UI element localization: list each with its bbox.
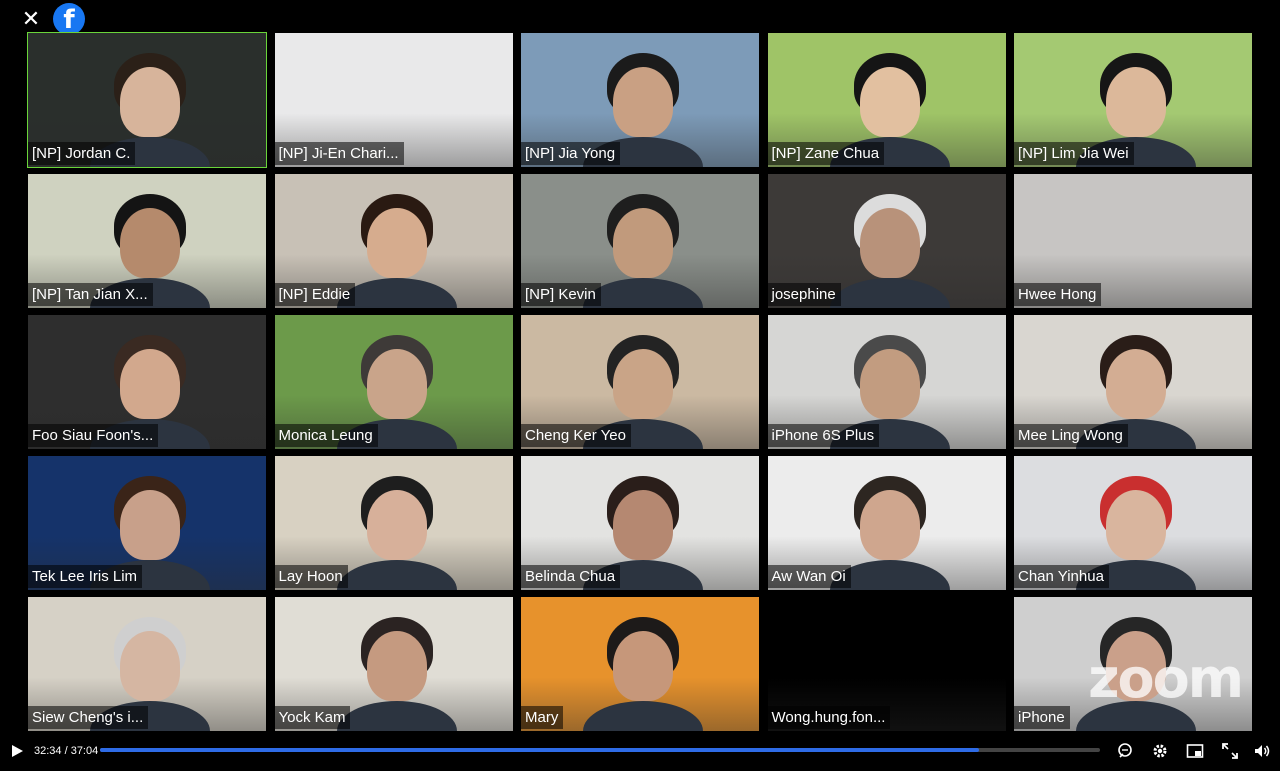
participant-tile: Cheng Ker Yeo (521, 315, 759, 449)
participant-name: [NP] Jordan C. (28, 142, 136, 165)
participant-face (120, 67, 180, 137)
participant-face (120, 208, 180, 278)
participant-name: [NP] Ji-En Chari... (274, 142, 404, 165)
participant-face (120, 349, 180, 419)
participant-face (366, 490, 427, 560)
miniplayer-button[interactable] (1184, 736, 1206, 766)
participant-name: [NP] Zane Chua (767, 142, 885, 165)
participant-tile: Mary (521, 597, 759, 731)
participant-name: Hwee Hong (1014, 283, 1102, 306)
participant-name: Chan Yinhua (1014, 565, 1109, 588)
participant-tile: Belinda Chua (521, 456, 759, 590)
participant-name: Monica Leung (274, 424, 378, 447)
participant-name: Aw Wan Oi (767, 565, 851, 588)
participant-face (613, 631, 673, 701)
participant-tile: Wong.hung.fon... (767, 597, 1006, 731)
participant-face (613, 349, 673, 419)
participant-tile: Monica Leung (274, 315, 513, 449)
participant-name: Yock Kam (274, 706, 351, 729)
time-display: 32:34 / 37:04 (34, 745, 99, 757)
participant-tile: Hwee Hong (1014, 174, 1252, 308)
participant-name: Foo Siau Foon's... (28, 424, 159, 447)
participant-name: [NP] Jia Yong (521, 142, 621, 165)
participant-face (366, 349, 427, 419)
gear-icon (1153, 744, 1167, 758)
participant-face (366, 631, 427, 701)
participant-tile: Foo Siau Foon's... (28, 315, 266, 449)
participant-face (120, 490, 180, 560)
participant-face (859, 349, 920, 419)
participant-grid: [NP] Jordan C. [NP] Ji-En Chari... [NP] Ji… (27, 32, 1256, 731)
participant-tile: Lay Hoon (274, 456, 513, 590)
fullscreen-icon (1222, 743, 1238, 759)
miniplayer-icon (1186, 744, 1204, 758)
play-icon (12, 745, 23, 757)
participant-tile: [NP] Jia Yong (521, 33, 759, 167)
participant-name: [NP] Kevin (521, 283, 601, 306)
participant-tile: josephine (767, 174, 1006, 308)
participant-name: Siew Cheng's i... (28, 706, 149, 729)
participant-name: iPhone (1014, 706, 1070, 729)
participant-face (613, 67, 673, 137)
participant-tile: [NP] Tan Jian X... (28, 174, 266, 308)
participant-name: Belinda Chua (521, 565, 621, 588)
participant-tile: [NP] Zane Chua (767, 33, 1006, 167)
participant-name: [NP] Tan Jian X... (28, 283, 153, 306)
participant-tile: iPhone 6S Plus (767, 315, 1006, 449)
participant-face (120, 631, 180, 701)
settings-button[interactable] (1149, 736, 1171, 766)
progress-bar[interactable] (100, 748, 1100, 752)
volume-button[interactable] (1251, 736, 1273, 766)
participant-name: [NP] Lim Jia Wei (1014, 142, 1134, 165)
player-controls: 32:34 / 37:04 (0, 736, 1280, 766)
participant-face (613, 208, 673, 278)
participant-tile: [NP] Ji-En Chari... (274, 33, 513, 167)
participant-face (1106, 349, 1166, 419)
fullscreen-button[interactable] (1219, 736, 1241, 766)
participant-name: iPhone 6S Plus (767, 424, 880, 447)
participant-face (1106, 67, 1166, 137)
participant-tile: iPhone zoom (1014, 597, 1252, 731)
participant-tile: [NP] Lim Jia Wei (1014, 33, 1252, 167)
participant-face (859, 208, 920, 278)
participant-name: Lay Hoon (274, 565, 348, 588)
participant-face (1106, 490, 1166, 560)
facebook-logo-icon: f (53, 3, 85, 35)
participant-face (859, 490, 920, 560)
participant-tile: Yock Kam (274, 597, 513, 731)
participant-name: josephine (767, 283, 841, 306)
participant-tile: [NP] Eddie (274, 174, 513, 308)
participant-face (366, 208, 427, 278)
volume-icon (1255, 745, 1270, 757)
close-icon[interactable]: ✕ (20, 8, 42, 30)
participant-tile: [NP] Kevin (521, 174, 759, 308)
participant-name: [NP] Eddie (274, 283, 356, 306)
participant-name: Mary (521, 706, 564, 729)
participant-name: Tek Lee Iris Lim (28, 565, 143, 588)
captions-icon (1118, 743, 1132, 758)
participant-name: Mee Ling Wong (1014, 424, 1128, 447)
participant-face (859, 67, 920, 137)
participant-tile: Mee Ling Wong (1014, 315, 1252, 449)
play-button[interactable] (10, 736, 26, 766)
zoom-watermark: zoom (1088, 647, 1244, 710)
progress-fill (100, 748, 979, 752)
participant-tile: Siew Cheng's i... (28, 597, 266, 731)
participant-name: Cheng Ker Yeo (521, 424, 631, 447)
participant-name: Wong.hung.fon... (767, 706, 891, 729)
participant-tile: [NP] Jordan C. (27, 32, 267, 168)
captions-button[interactable] (1114, 736, 1136, 766)
participant-tile: Chan Yinhua (1014, 456, 1252, 590)
participant-face (613, 490, 673, 560)
participant-tile: Tek Lee Iris Lim (28, 456, 266, 590)
participant-tile: Aw Wan Oi (767, 456, 1006, 590)
